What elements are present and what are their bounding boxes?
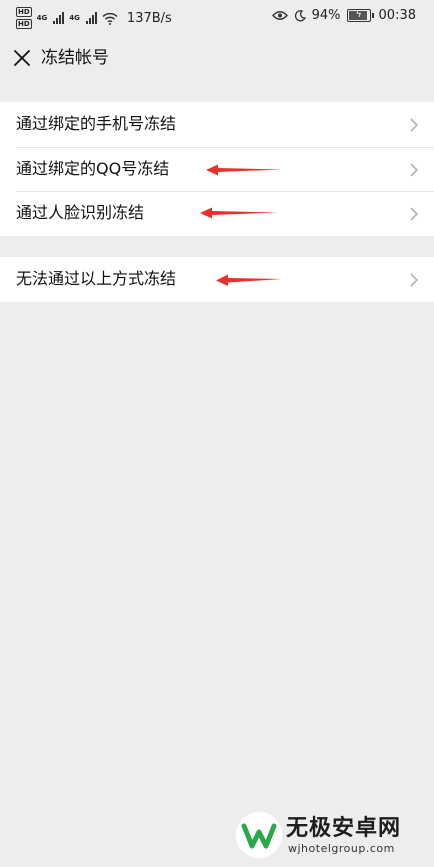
- option-label: 通过绑定的手机号冻结: [16, 114, 177, 133]
- chevron-right-icon: [410, 118, 418, 132]
- chevron-right-icon: [410, 207, 418, 221]
- page-title: 冻结帐号: [41, 48, 109, 68]
- watermark: 无极安卓网 wjhotelgroup.com: [236, 808, 428, 862]
- signal-icon: [53, 12, 65, 24]
- battery-icon: ϟ: [346, 9, 374, 22]
- network-speed: 137B/s: [126, 10, 172, 26]
- option-freeze-other-way[interactable]: 无法通过以上方式冻结: [0, 257, 434, 302]
- option-label: 通过人脸识别冻结: [16, 203, 145, 222]
- watermark-w-icon: [241, 823, 277, 849]
- other-options-group: 无法通过以上方式冻结: [0, 257, 434, 302]
- chevron-right-icon: [410, 162, 418, 177]
- wifi-icon: [102, 12, 118, 25]
- hd-indicators: HD HD: [16, 7, 32, 29]
- option-freeze-by-qq[interactable]: 通过绑定的QQ号冻结: [0, 146, 434, 192]
- network-type-label: 4G: [36, 14, 48, 22]
- chevron-right-icon: [410, 273, 418, 287]
- watermark-title: 无极安卓网: [286, 816, 402, 841]
- annotation-arrow: [216, 274, 282, 286]
- status-right: 94% ϟ 00:38: [271, 8, 416, 23]
- option-freeze-by-phone[interactable]: 通过绑定的手机号冻结: [0, 102, 434, 147]
- hd-badge: HD: [16, 19, 32, 29]
- hd-badge: HD: [16, 7, 32, 17]
- nav-bar: 冻结帐号: [0, 36, 434, 80]
- eye-comfort-icon: [271, 11, 288, 20]
- status-bar: HD HD 4G 4G 137B/s 94% ϟ 00:38: [0, 0, 434, 36]
- moon-icon: [294, 9, 306, 21]
- battery-percent: 94%: [311, 8, 341, 23]
- clock: 00:38: [378, 8, 416, 23]
- charging-icon: ϟ: [355, 10, 362, 20]
- signal-icon: [85, 12, 97, 24]
- watermark-url: wjhotelgroup.com: [288, 842, 395, 855]
- option-label: 无法通过以上方式冻结: [16, 269, 177, 288]
- status-left: HD HD 4G 4G 137B/s: [16, 7, 172, 29]
- network-type-label: 4G: [69, 14, 80, 22]
- watermark-logo: [236, 812, 282, 858]
- annotation-arrow: [206, 164, 282, 175]
- annotation-arrow: [200, 207, 278, 219]
- option-label: 通过绑定的QQ号冻结: [16, 158, 170, 178]
- close-icon[interactable]: [12, 48, 32, 68]
- freeze-options-group: 通过绑定的手机号冻结 通过绑定的QQ号冻结 通过人脸识别冻结: [0, 102, 434, 236]
- option-freeze-by-face[interactable]: 通过人脸识别冻结: [0, 191, 434, 236]
